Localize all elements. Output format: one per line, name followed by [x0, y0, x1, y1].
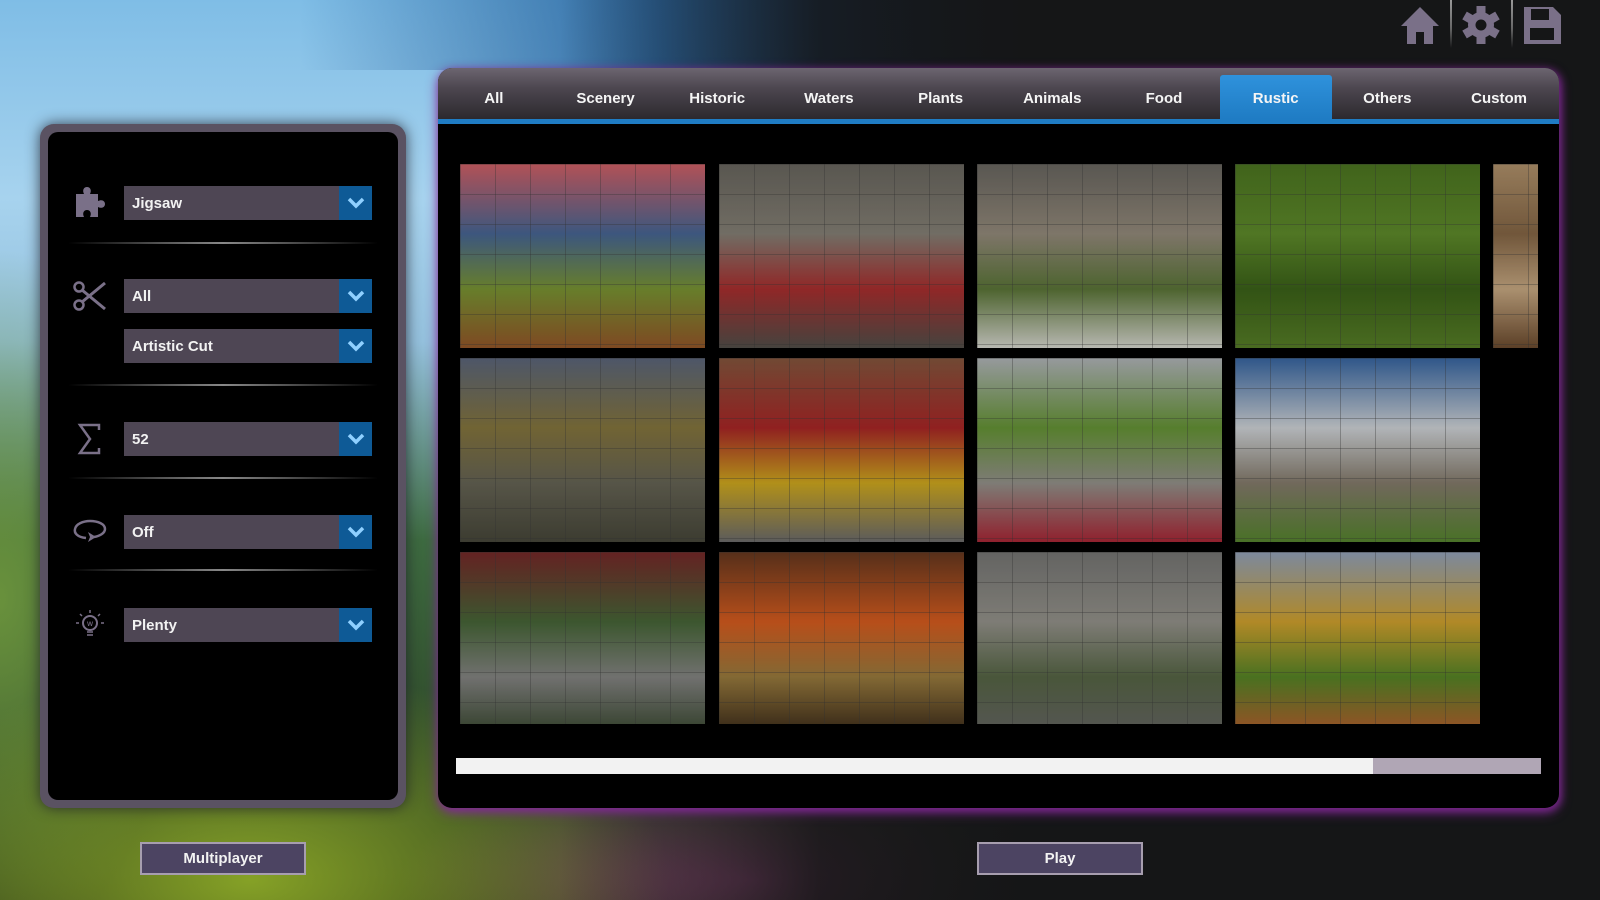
- puzzle-image-thatched-cottage-daisies[interactable]: [977, 164, 1222, 348]
- image-shade: [719, 164, 964, 348]
- image-shade: [977, 164, 1222, 348]
- chevron-down-icon[interactable]: [339, 422, 372, 456]
- gallery-panel: All Scenery Historic Waters Plants Animals Foo…: [438, 68, 1559, 808]
- scrollbar-thumb[interactable]: [1372, 758, 1541, 774]
- horizontal-scrollbar[interactable]: [456, 758, 1541, 774]
- chevron-down-icon[interactable]: [339, 608, 372, 642]
- cut-style-value: Artistic Cut: [132, 337, 213, 355]
- top-toolbar: [1389, 0, 1572, 50]
- rotation-row: Off: [48, 515, 398, 549]
- image-shade: [977, 552, 1222, 724]
- image-shade: [460, 358, 705, 542]
- chevron-down-icon[interactable]: [339, 329, 372, 363]
- puzzle-type-value: Jigsaw: [132, 194, 183, 212]
- home-icon: [1400, 7, 1439, 44]
- cut-set-value: All: [132, 287, 152, 305]
- image-shade: [719, 358, 964, 542]
- save-icon: [1523, 7, 1561, 44]
- chevron-down-icon[interactable]: [339, 186, 372, 220]
- multiplayer-button[interactable]: Multiplayer: [140, 842, 306, 875]
- lightbulb-icon: w: [70, 608, 110, 642]
- piece-count-dropdown[interactable]: 52: [124, 422, 372, 456]
- image-shade: [460, 552, 705, 724]
- tab-others[interactable]: Others: [1332, 68, 1444, 119]
- divider: [68, 569, 378, 571]
- image-shade: [460, 164, 705, 348]
- chevron-down-icon[interactable]: [339, 515, 372, 549]
- cut-style-row: Artistic Cut: [48, 329, 398, 363]
- puzzle-type-dropdown[interactable]: Jigsaw: [124, 186, 372, 220]
- divider: [68, 242, 378, 244]
- scissors-icon: [70, 279, 110, 313]
- sigma-icon: [70, 422, 110, 456]
- tab-historic[interactable]: Historic: [661, 68, 773, 119]
- image-shade: [977, 358, 1222, 542]
- hints-dropdown[interactable]: Plenty: [124, 608, 372, 642]
- tab-food[interactable]: Food: [1108, 68, 1220, 119]
- piece-count-value: 52: [132, 430, 149, 448]
- piece-count-row: 52: [48, 422, 398, 456]
- puzzle-image-yellow-ivy-house[interactable]: [1235, 552, 1480, 724]
- puzzle-image-red-yellow-doors[interactable]: [719, 358, 964, 542]
- hints-row: w Plenty: [48, 608, 398, 642]
- puzzle-image-aerial-green-fields[interactable]: [1235, 164, 1480, 348]
- rotation-value: Off: [132, 523, 154, 541]
- save-button[interactable]: [1511, 0, 1572, 50]
- puzzle-image-thatched-stone-cottage[interactable]: [460, 358, 705, 542]
- image-shade: [1235, 552, 1480, 724]
- play-button[interactable]: Play: [977, 842, 1143, 875]
- puzzle-image-bicycle-stone-wall[interactable]: [719, 164, 964, 348]
- settings-panel-inner: Jigsaw All Artistic Cut 52 Off w Plenty: [48, 132, 398, 800]
- settings-panel: Jigsaw All Artistic Cut 52 Off w Plenty: [40, 124, 406, 808]
- image-shade: [1235, 358, 1480, 542]
- puzzle-image-windmill-stone-wall[interactable]: [1235, 358, 1480, 542]
- image-shade: [719, 552, 964, 724]
- puzzle-image-ivy-cottage-river[interactable]: [460, 552, 705, 724]
- image-grid: [460, 164, 1540, 724]
- tab-custom[interactable]: Custom: [1443, 68, 1555, 119]
- hints-value: Plenty: [132, 616, 178, 634]
- svg-text:w: w: [87, 619, 94, 628]
- puzzle-image-fireplace-interior[interactable]: [719, 552, 964, 724]
- chevron-down-icon[interactable]: [339, 279, 372, 313]
- image-shade: [1235, 164, 1480, 348]
- puzzle-piece-icon: [70, 186, 110, 220]
- divider: [68, 477, 378, 479]
- tab-animals[interactable]: Animals: [996, 68, 1108, 119]
- home-button[interactable]: [1389, 0, 1450, 50]
- cut-style-dropdown[interactable]: Artistic Cut: [124, 329, 372, 363]
- tab-rustic[interactable]: Rustic: [1219, 75, 1332, 119]
- settings-button[interactable]: [1450, 0, 1511, 50]
- cut-set-row: All: [48, 279, 398, 313]
- image-shade: [1493, 164, 1538, 348]
- puzzle-image-white-cottage-red-gate[interactable]: [977, 358, 1222, 542]
- puzzle-image-cottage-sunset-sea[interactable]: [460, 164, 705, 348]
- rotation-dropdown[interactable]: Off: [124, 515, 372, 549]
- category-tabs: All Scenery Historic Waters Plants Animals Foo…: [438, 68, 1559, 124]
- puzzle-type-row: Jigsaw: [48, 186, 398, 220]
- divider: [68, 384, 378, 386]
- tab-all[interactable]: All: [438, 68, 550, 119]
- tab-waters[interactable]: Waters: [773, 68, 885, 119]
- rotate-icon: [70, 515, 110, 549]
- puzzle-image-stone-arch-bridge[interactable]: [977, 552, 1222, 724]
- gear-icon: [1461, 6, 1500, 44]
- puzzle-image-stacked-logs[interactable]: [1493, 164, 1538, 348]
- tab-scenery[interactable]: Scenery: [550, 68, 662, 119]
- tab-plants[interactable]: Plants: [885, 68, 997, 119]
- cut-set-dropdown[interactable]: All: [124, 279, 372, 313]
